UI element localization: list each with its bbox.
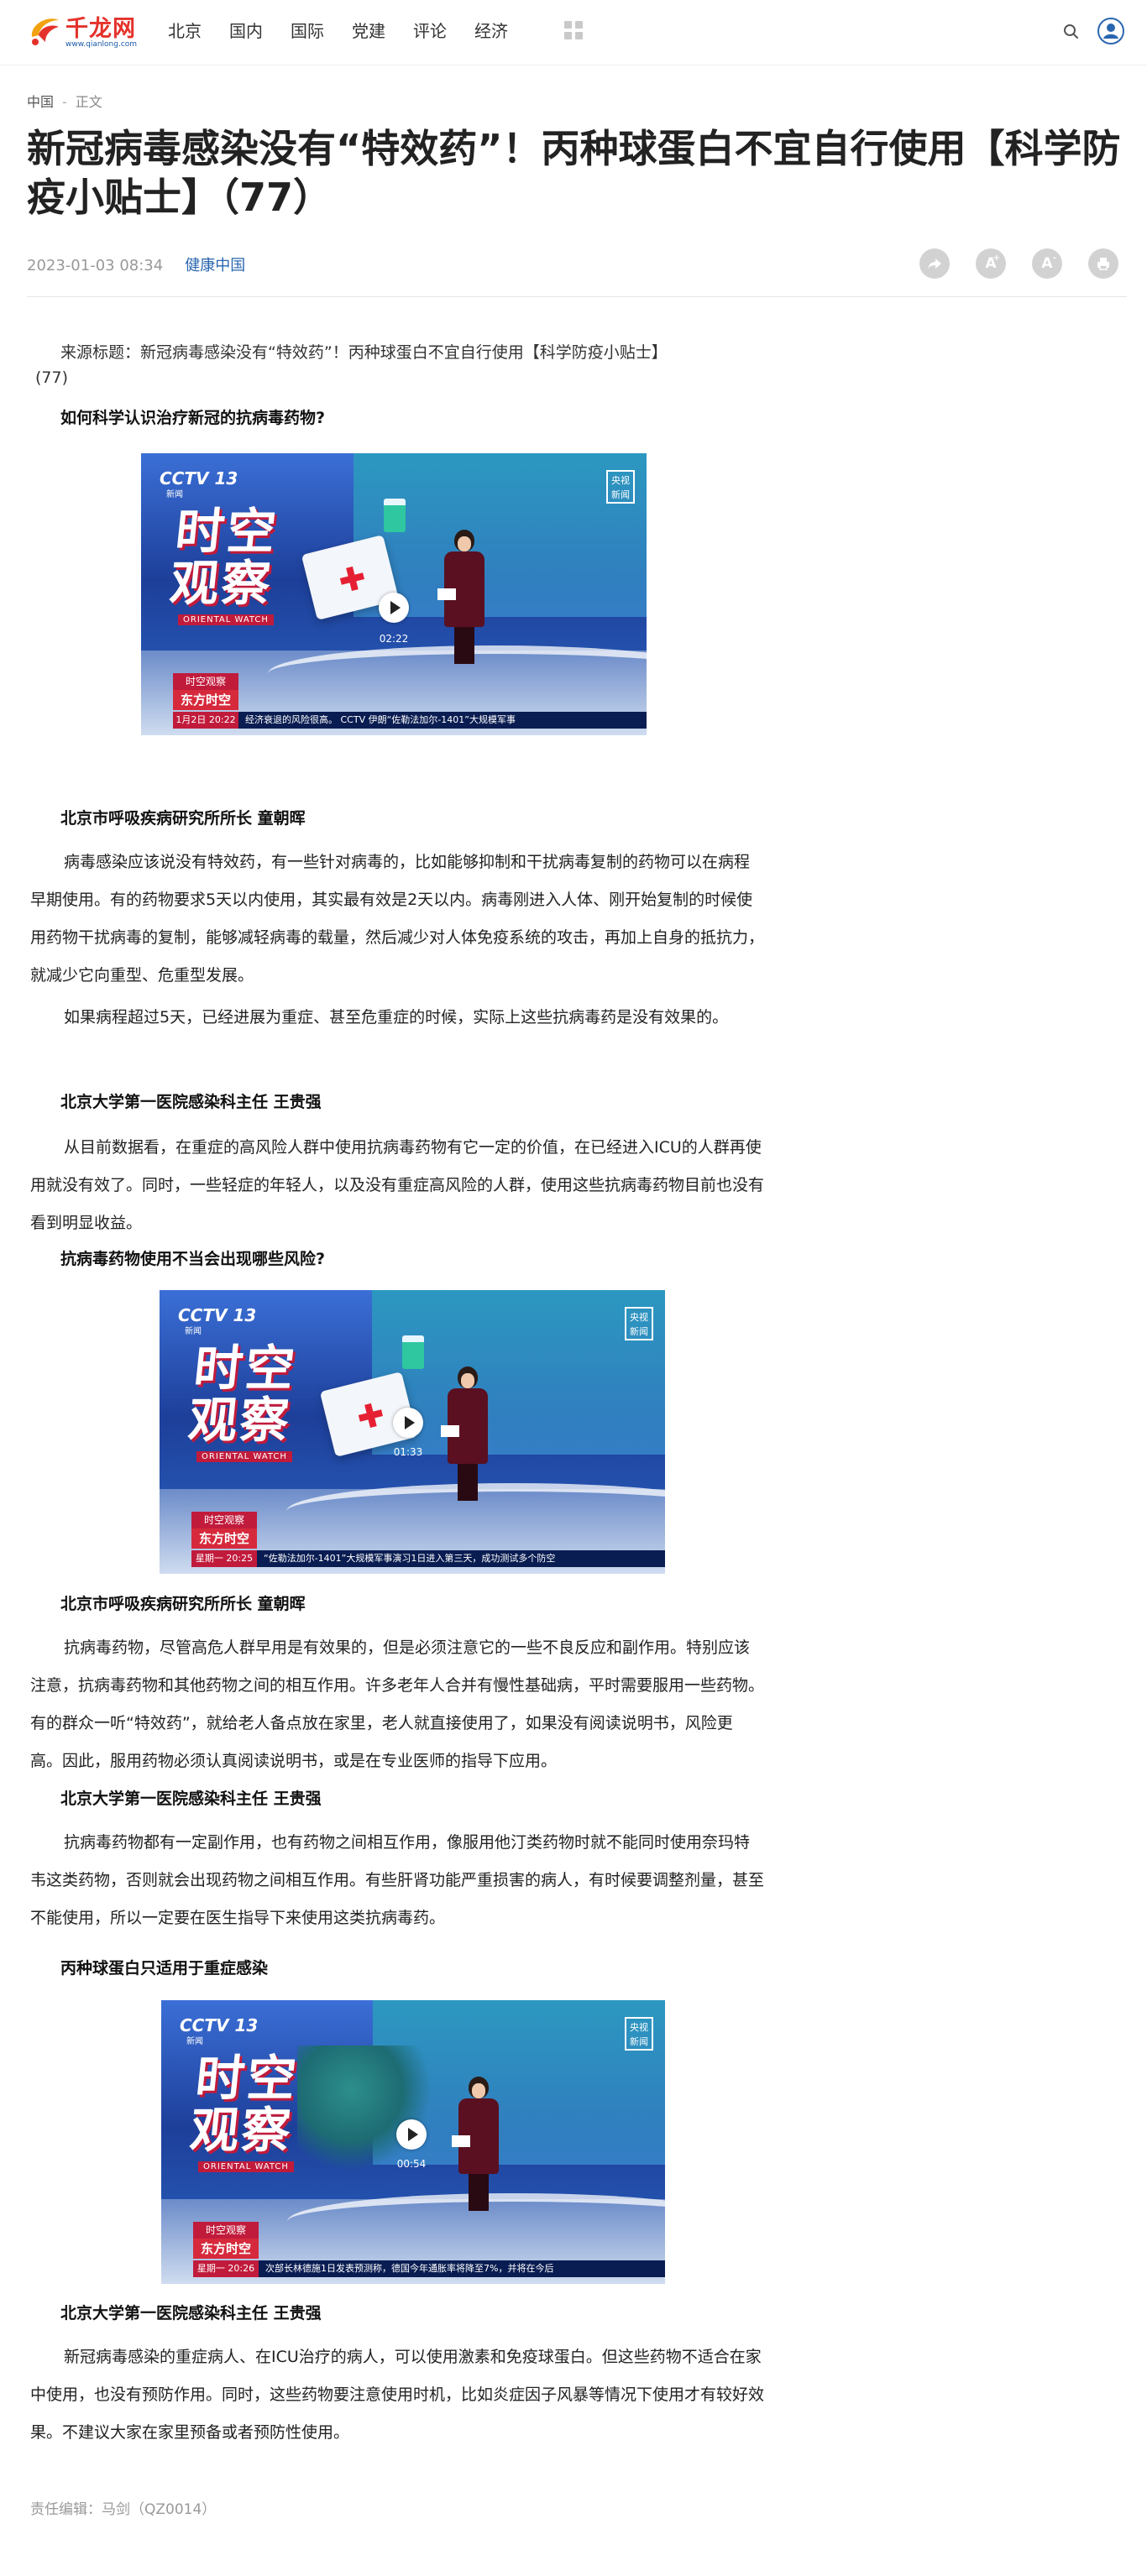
- lower-third-line1: 时空观察: [193, 2222, 259, 2239]
- video-player-1[interactable]: CCTV 13 新闻 时空观察 ORIENTAL WATCH 央视新闻 02:2…: [141, 453, 647, 735]
- medicine-bottle-graphic: [401, 1335, 424, 1370]
- article-source-link[interactable]: 健康中国: [185, 257, 245, 274]
- ticker-date: 1月2日 20:22: [173, 712, 238, 729]
- news-ticker: 星期一 20:25 “佐勒法加尔-1401”大规模军事演习1日进入第三天，成功测试…: [191, 1550, 665, 1567]
- cctv-logo: CCTV 13: [180, 2015, 259, 2035]
- logo-url: www.qianlong.com: [65, 40, 138, 49]
- paragraph-3: 从目前数据看，在重症的高风险人群中使用抗病毒药物有它一定的价值，在已经进入ICU…: [30, 1138, 765, 1232]
- user-avatar-icon[interactable]: [1097, 17, 1125, 45]
- play-button-icon[interactable]: [396, 2119, 427, 2150]
- search-icon[interactable]: [1061, 22, 1082, 42]
- program-lower-third: 时空观察 东方时空: [191, 1512, 257, 1549]
- cctv-logo-sub: 新闻: [186, 2037, 203, 2046]
- speaker-label-3: 北京市呼吸疾病研究所所长 童朝晖: [60, 1595, 306, 1613]
- program-lower-third: 时空观察 东方时空: [193, 2222, 259, 2259]
- site-logo[interactable]: 千龙网 www.qianlong.com: [25, 8, 138, 55]
- news-anchor-figure: [441, 1366, 493, 1502]
- header-divider: [27, 296, 1127, 297]
- responsible-editor: 责任编辑：马剑（QZ0014）: [30, 2501, 217, 2518]
- article-datetime: 2023-01-03 08:34: [27, 257, 164, 274]
- speaker-label-2: 北京大学第一医院感染科主任 王贵强: [60, 1093, 322, 1111]
- font-larger-icon[interactable]: A +: [976, 248, 1006, 279]
- cctv-logo: CCTV 13: [160, 468, 238, 489]
- show-title-en: ORIENTAL WATCH: [178, 614, 274, 625]
- nav-item-commentary[interactable]: 评论: [413, 18, 447, 44]
- news-ticker: 1月2日 20:22 经济衰退的风险很高。 CCTV 伊朗“佐勒法加尔-1401”…: [173, 712, 647, 729]
- video-player-2[interactable]: CCTV 13 新闻 时空观察 ORIENTAL WATCH 央视新闻 01:3…: [160, 1290, 665, 1574]
- paragraph-1: 病毒感染应该说没有特效药，有一些针对病毒的，比如能够抑制和干扰病毒复制的药物可以…: [30, 853, 765, 985]
- cctv-news-badge: 央视新闻: [606, 470, 635, 504]
- news-ticker: 星期一 20:26 次部长林德施1日发表预测称，德国今年通胀率将降至7%，并将在今…: [193, 2260, 665, 2277]
- news-anchor-figure: [452, 2077, 504, 2212]
- lower-third-line2: 东方时空: [173, 690, 238, 710]
- show-title-en: ORIENTAL WATCH: [198, 2161, 294, 2172]
- nav-item-beijing[interactable]: 北京: [168, 18, 202, 44]
- show-title-en: ORIENTAL WATCH: [196, 1451, 292, 1462]
- news-anchor-figure: [437, 529, 490, 664]
- article-lead-continued: (77): [35, 368, 69, 387]
- cctv-news-badge: 央视新闻: [625, 2017, 653, 2051]
- nav-item-party[interactable]: 党建: [352, 18, 385, 44]
- video-duration: 01:33: [393, 1446, 423, 1458]
- lower-third-line2: 东方时空: [191, 1528, 257, 1549]
- paragraph-2: 如果病程超过5天，已经进展为重症、甚至危重症的时候，实际上这些抗病毒药是没有效果…: [64, 1008, 729, 1027]
- article-meta: 2023-01-03 08:34 健康中国: [27, 253, 245, 275]
- paragraph-6: 新冠病毒感染的重症病人、在ICU治疗的病人，可以使用激素和免疫球蛋白。但这些药物…: [30, 2348, 765, 2442]
- speaker-label-1: 北京市呼吸疾病研究所所长 童朝晖: [60, 809, 306, 828]
- cctv-logo-sub: 新闻: [166, 490, 183, 499]
- paragraph-4: 抗病毒药物，尽管高危人群早用是有效果的，但是必须注意它的一些不良反应和副作用。特…: [30, 1638, 765, 1770]
- video-player-3[interactable]: CCTV 13 新闻 时空观察 ORIENTAL WATCH 央视新闻 00:5…: [161, 2000, 665, 2284]
- paragraph-5: 抗病毒药物都有一定副作用，也有药物之间相互作用，像服用他汀类药物时就不能同时使用…: [30, 1833, 765, 1927]
- speaker-label-4: 北京大学第一医院感染科主任 王贵强: [60, 1790, 322, 1808]
- cctv-news-badge: 央视新闻: [625, 1307, 653, 1340]
- font-smaller-icon[interactable]: A-: [1032, 248, 1062, 279]
- article-tools: A + A-: [919, 248, 1118, 279]
- medicine-bottle-graphic: [383, 498, 406, 532]
- nav-item-economy[interactable]: 经济: [474, 18, 508, 44]
- play-button-icon[interactable]: [379, 593, 409, 623]
- video-duration: 00:54: [396, 2158, 427, 2170]
- breadcrumb: 中国 - 正文: [27, 91, 102, 111]
- nav-item-international[interactable]: 国际: [291, 18, 324, 44]
- section-heading-3: 丙种球蛋白只适用于重症感染: [60, 1959, 269, 1978]
- article-title: 新冠病毒感染没有“特效药”！丙种球蛋白不宜自行使用【科学防疫小贴士】（77）: [27, 126, 1121, 220]
- ticker-text: 次部长林德施1日发表预测称，德国今年通胀率将降至7%，并将在今后: [265, 2263, 554, 2274]
- ticker-text: “佐勒法加尔-1401”大规模军事演习1日进入第三天，成功测试多个防空: [264, 1553, 556, 1564]
- more-menu-grid-icon[interactable]: [564, 21, 583, 39]
- nav-item-domestic[interactable]: 国内: [229, 18, 263, 44]
- logo-text: 千龙网: [65, 16, 136, 42]
- section-heading-1: 如何科学认识治疗新冠的抗病毒药物?: [60, 409, 326, 427]
- cctv-logo: CCTV 13: [178, 1305, 257, 1325]
- article-lead: 来源标题：新冠病毒感染没有“特效药”！丙种球蛋白不宜自行使用【科学防疫小贴士】: [60, 343, 668, 362]
- show-title: 时空观察: [186, 1340, 300, 1449]
- print-icon[interactable]: [1088, 248, 1118, 279]
- share-icon[interactable]: [919, 248, 950, 279]
- show-title: 时空观察: [167, 503, 281, 612]
- video-duration: 02:22: [379, 633, 409, 645]
- program-lower-third: 时空观察 东方时空: [173, 673, 238, 710]
- main-nav: 北京 国内 国际 党建 评论 经济: [168, 18, 536, 44]
- lower-third-line1: 时空观察: [191, 1512, 257, 1528]
- site-header: 千龙网 www.qianlong.com 北京 国内 国际 党建 评论 经济: [0, 0, 1147, 65]
- lower-third-line2: 东方时空: [193, 2239, 259, 2259]
- ticker-text: 经济衰退的风险很高。 CCTV 伊朗“佐勒法加尔-1401”大规模军事: [245, 714, 516, 725]
- section-heading-2: 抗病毒药物使用不当会出现哪些风险?: [60, 1250, 326, 1268]
- ticker-date: 星期一 20:25: [191, 1550, 257, 1567]
- logo-swirl-icon: [31, 18, 59, 45]
- ticker-date: 星期一 20:26: [193, 2260, 259, 2277]
- breadcrumb-section-link[interactable]: 中国: [27, 94, 54, 110]
- breadcrumb-separator: -: [62, 94, 67, 110]
- show-title: 时空观察: [187, 2050, 301, 2159]
- speaker-label-5: 北京大学第一医院感染科主任 王贵强: [60, 2304, 322, 2323]
- cctv-logo-sub: 新闻: [185, 1327, 202, 1336]
- play-button-icon[interactable]: [393, 1408, 423, 1438]
- lower-third-line1: 时空观察: [173, 673, 238, 690]
- breadcrumb-current: 正文: [75, 94, 102, 110]
